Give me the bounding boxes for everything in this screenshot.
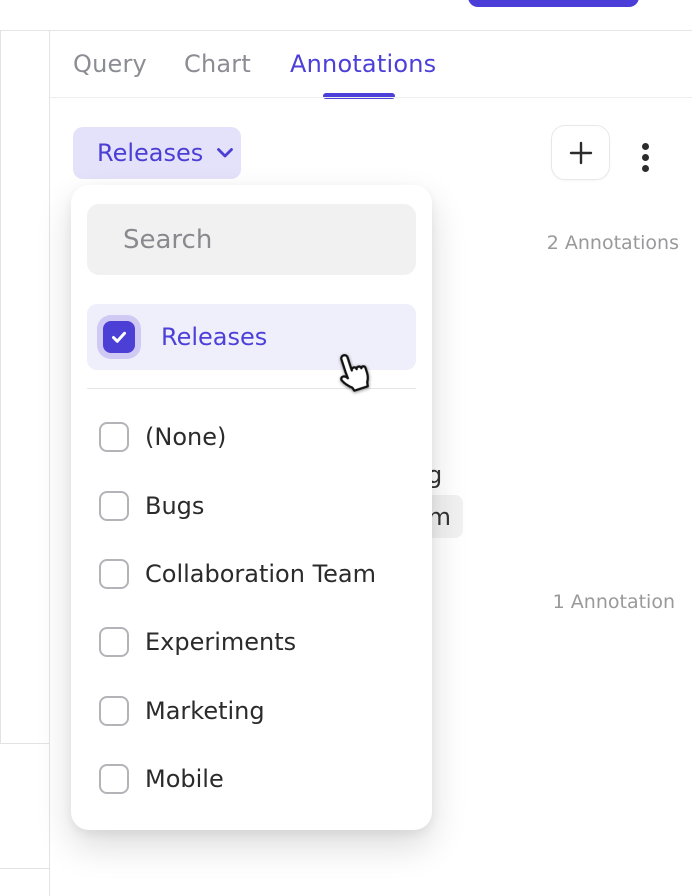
dropdown-option[interactable]: (None) — [71, 403, 432, 471]
dropdown-option[interactable]: Marketing — [71, 677, 432, 745]
dropdown-option-label: Collaboration Team — [145, 560, 376, 588]
dropdown-options-list: (None) Bugs Collaboration Team Experimen… — [71, 403, 432, 813]
active-tab-indicator — [323, 93, 395, 99]
dropdown-option[interactable]: Mobile — [71, 745, 432, 813]
left-rail-row-divider — [0, 743, 49, 744]
dropdown-option-label: Releases — [161, 323, 267, 351]
filter-trigger-label: Releases — [97, 139, 203, 167]
dropdown-option-label: Experiments — [145, 628, 296, 656]
left-rail-row-divider — [0, 868, 49, 869]
left-rail-border-outer — [0, 30, 1, 743]
kebab-icon — [642, 165, 649, 172]
kebab-icon — [642, 154, 649, 161]
top-primary-button[interactable] — [468, 0, 639, 7]
checkbox-unchecked-icon[interactable] — [99, 559, 129, 589]
kebab-icon — [642, 143, 649, 150]
dropdown-option[interactable]: Experiments — [71, 608, 432, 676]
tab-query[interactable]: Query — [73, 50, 147, 78]
checkbox-unchecked-icon[interactable] — [99, 696, 129, 726]
checkbox-checked-icon[interactable] — [103, 321, 135, 353]
dropdown-option-releases-selected[interactable]: Releases — [87, 304, 416, 370]
chevron-down-icon — [216, 147, 234, 159]
checkbox-unchecked-icon[interactable] — [99, 491, 129, 521]
annotations-screen: Query Chart Annotations Releases 2 Annot… — [0, 0, 692, 896]
dropdown-option-label: Mobile — [145, 765, 224, 793]
tab-chart[interactable]: Chart — [184, 50, 251, 78]
dropdown-option-label: Bugs — [145, 492, 204, 520]
left-rail-border-inner — [49, 30, 50, 896]
dropdown-divider — [87, 388, 416, 389]
annotation-group-count: 2 Annotations — [547, 232, 679, 254]
add-annotation-button[interactable] — [551, 125, 610, 180]
tabbar-divider — [50, 97, 692, 98]
checkbox-unchecked-icon[interactable] — [99, 627, 129, 657]
search-input[interactable] — [121, 224, 449, 256]
checkbox-unchecked-icon[interactable] — [99, 764, 129, 794]
checkbox-unchecked-icon[interactable] — [99, 422, 129, 452]
annotation-group-count: 1 Annotation — [553, 591, 675, 613]
dropdown-option[interactable]: Collaboration Team — [71, 540, 432, 608]
dropdown-option-label: (None) — [145, 423, 226, 451]
dropdown-search[interactable] — [87, 204, 416, 275]
plus-icon — [568, 140, 594, 166]
more-options-button[interactable] — [636, 139, 654, 175]
releases-filter-dropdown-panel: Releases (None) Bugs Collaboration Team — [71, 185, 432, 830]
tab-annotations[interactable]: Annotations — [290, 50, 436, 78]
dropdown-option-label: Marketing — [145, 697, 265, 725]
header-divider — [0, 30, 692, 31]
releases-filter-dropdown-trigger[interactable]: Releases — [73, 127, 241, 179]
dropdown-option[interactable]: Bugs — [71, 471, 432, 539]
